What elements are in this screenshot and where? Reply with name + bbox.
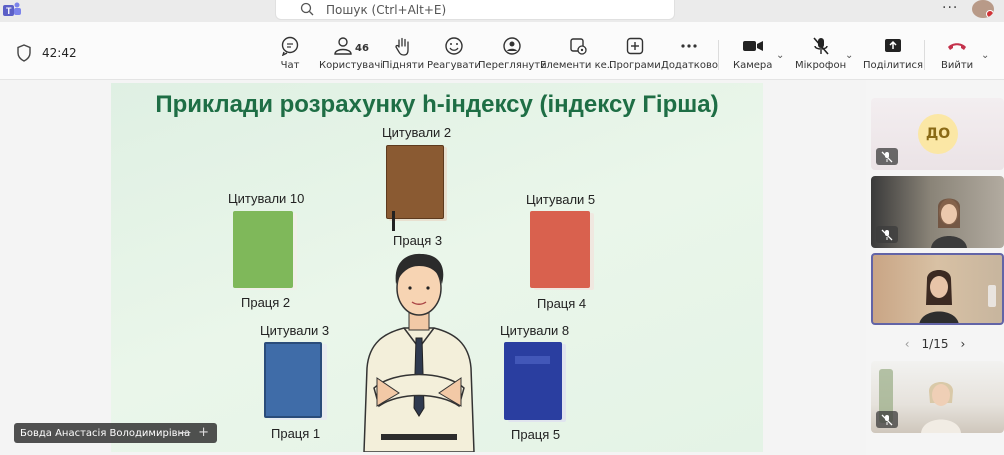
book-title-label: Праця 3 bbox=[393, 233, 443, 248]
shield-icon bbox=[17, 44, 31, 62]
book-title-label: Праця 2 bbox=[241, 295, 291, 310]
slide-title: Приклади розрахунку h-індексу (індексу Г… bbox=[155, 91, 719, 118]
people-label: Користувачі bbox=[319, 60, 384, 71]
leave-button[interactable]: Вийти bbox=[941, 36, 973, 76]
book-title-label: Праця 5 bbox=[511, 427, 561, 442]
chat-button[interactable]: Чат bbox=[280, 36, 300, 76]
previous-page-chevron-icon[interactable]: ‹ bbox=[905, 337, 910, 351]
view-label: Переглянути bbox=[478, 60, 547, 71]
book-citation-label: Цитували 10 bbox=[228, 191, 305, 206]
more-label: Додатково bbox=[661, 60, 718, 71]
toolbar-divider bbox=[924, 40, 925, 70]
presenter-name: Бовда Анастасія Володимирівна bbox=[20, 427, 191, 439]
minimize-icon[interactable]: — bbox=[179, 425, 191, 439]
toolbar-divider bbox=[718, 40, 719, 70]
book-citation-label: Цитували 5 bbox=[526, 192, 596, 207]
teams-logo-icon: T bbox=[3, 2, 21, 16]
share-button[interactable]: Поділитися bbox=[863, 36, 923, 76]
camera-label: Камера bbox=[733, 60, 773, 71]
react-button[interactable]: Реагувати bbox=[427, 36, 481, 76]
microphone-label: Мікрофон bbox=[795, 60, 847, 71]
book-citation-label: Цитували 8 bbox=[500, 323, 570, 338]
gear-icon bbox=[570, 38, 587, 55]
view-icon bbox=[503, 37, 522, 55]
apps-label: Програми bbox=[609, 60, 661, 71]
camera-icon bbox=[742, 41, 763, 51]
mic-options-chevron-icon[interactable]: ⌄ bbox=[845, 50, 853, 61]
svg-text:T: T bbox=[6, 6, 12, 16]
hang-up-icon bbox=[948, 43, 967, 50]
book-title-label: Праця 1 bbox=[271, 426, 321, 441]
raise-hand-label: Підняти bbox=[382, 60, 425, 71]
share-label: Поділитися bbox=[863, 60, 924, 71]
page-indicator: 1/15 bbox=[921, 337, 949, 351]
apps-elements-label: Елементи ке... bbox=[540, 60, 617, 71]
leave-label: Вийти bbox=[941, 60, 974, 71]
more-button[interactable]: Додатково bbox=[661, 36, 718, 76]
book-title-label: Праця 4 bbox=[537, 296, 587, 311]
businessman-illustration bbox=[363, 253, 475, 452]
camera-button[interactable]: Камера bbox=[733, 36, 772, 76]
search-icon bbox=[300, 2, 314, 16]
pin-plus-icon[interactable]: + bbox=[198, 425, 209, 440]
mic-muted-icon bbox=[876, 148, 898, 165]
participant-video bbox=[919, 270, 959, 323]
participant-video bbox=[921, 382, 961, 433]
participants-pager: ‹ 1/15 › bbox=[866, 335, 1004, 353]
mic-muted-icon bbox=[876, 411, 898, 428]
people-count: 46 bbox=[355, 42, 369, 54]
search-placeholder: Пошук (Ctrl+Alt+E) bbox=[326, 2, 447, 17]
title-bar: T Пошук (Ctrl+Alt+E) ··· bbox=[0, 0, 1004, 22]
participant-tile[interactable] bbox=[871, 176, 1004, 248]
more-options-button[interactable]: ··· bbox=[942, 0, 958, 16]
people-icon bbox=[334, 37, 352, 55]
camera-options-chevron-icon[interactable]: ⌄ bbox=[776, 50, 784, 61]
add-app-icon bbox=[626, 37, 644, 55]
participant-tile[interactable]: ДО bbox=[871, 98, 1004, 170]
mic-off-icon bbox=[812, 37, 829, 55]
meeting-toolbar: 42:42 Чат 46 Користувачі Підняти Реагува… bbox=[0, 22, 1004, 80]
leave-options-chevron-icon[interactable]: ⌄ bbox=[981, 50, 989, 61]
ellipsis-icon bbox=[681, 44, 698, 48]
search-input[interactable]: Пошук (Ctrl+Alt+E) bbox=[275, 0, 675, 20]
view-button[interactable]: Переглянути bbox=[478, 36, 547, 76]
meeting-timer: 42:42 bbox=[42, 46, 77, 60]
participant-initials-avatar: ДО bbox=[918, 114, 958, 154]
next-page-chevron-icon[interactable]: › bbox=[960, 337, 965, 351]
status-busy-icon bbox=[986, 10, 994, 18]
chat-icon bbox=[281, 36, 299, 56]
hand-icon bbox=[395, 37, 409, 56]
participant-video bbox=[931, 198, 967, 248]
presentation-slide: Приклади розрахунку h-індексу (індексу Г… bbox=[111, 83, 763, 452]
share-icon bbox=[885, 39, 902, 52]
microphone-button[interactable]: Мікрофон bbox=[795, 36, 846, 76]
book-citation-label: Цитували 2 bbox=[382, 125, 452, 140]
react-label: Реагувати bbox=[427, 60, 481, 71]
apps-button[interactable]: Програми bbox=[609, 36, 661, 76]
chat-label: Чат bbox=[280, 60, 300, 71]
people-button[interactable]: 46 Користувачі bbox=[319, 36, 383, 76]
apps-elements-button[interactable]: Елементи ке... bbox=[540, 36, 616, 76]
book-citation-label: Цитували 3 bbox=[260, 323, 330, 338]
participant-tile[interactable] bbox=[871, 361, 1004, 433]
raise-hand-button[interactable]: Підняти bbox=[382, 36, 424, 76]
presenter-name-tag: Бовда Анастасія Володимирівна — + bbox=[14, 423, 217, 443]
user-avatar[interactable] bbox=[972, 0, 994, 18]
participant-tile-active-speaker[interactable] bbox=[871, 253, 1004, 325]
mic-muted-icon bbox=[876, 226, 898, 243]
smile-icon bbox=[445, 37, 463, 55]
